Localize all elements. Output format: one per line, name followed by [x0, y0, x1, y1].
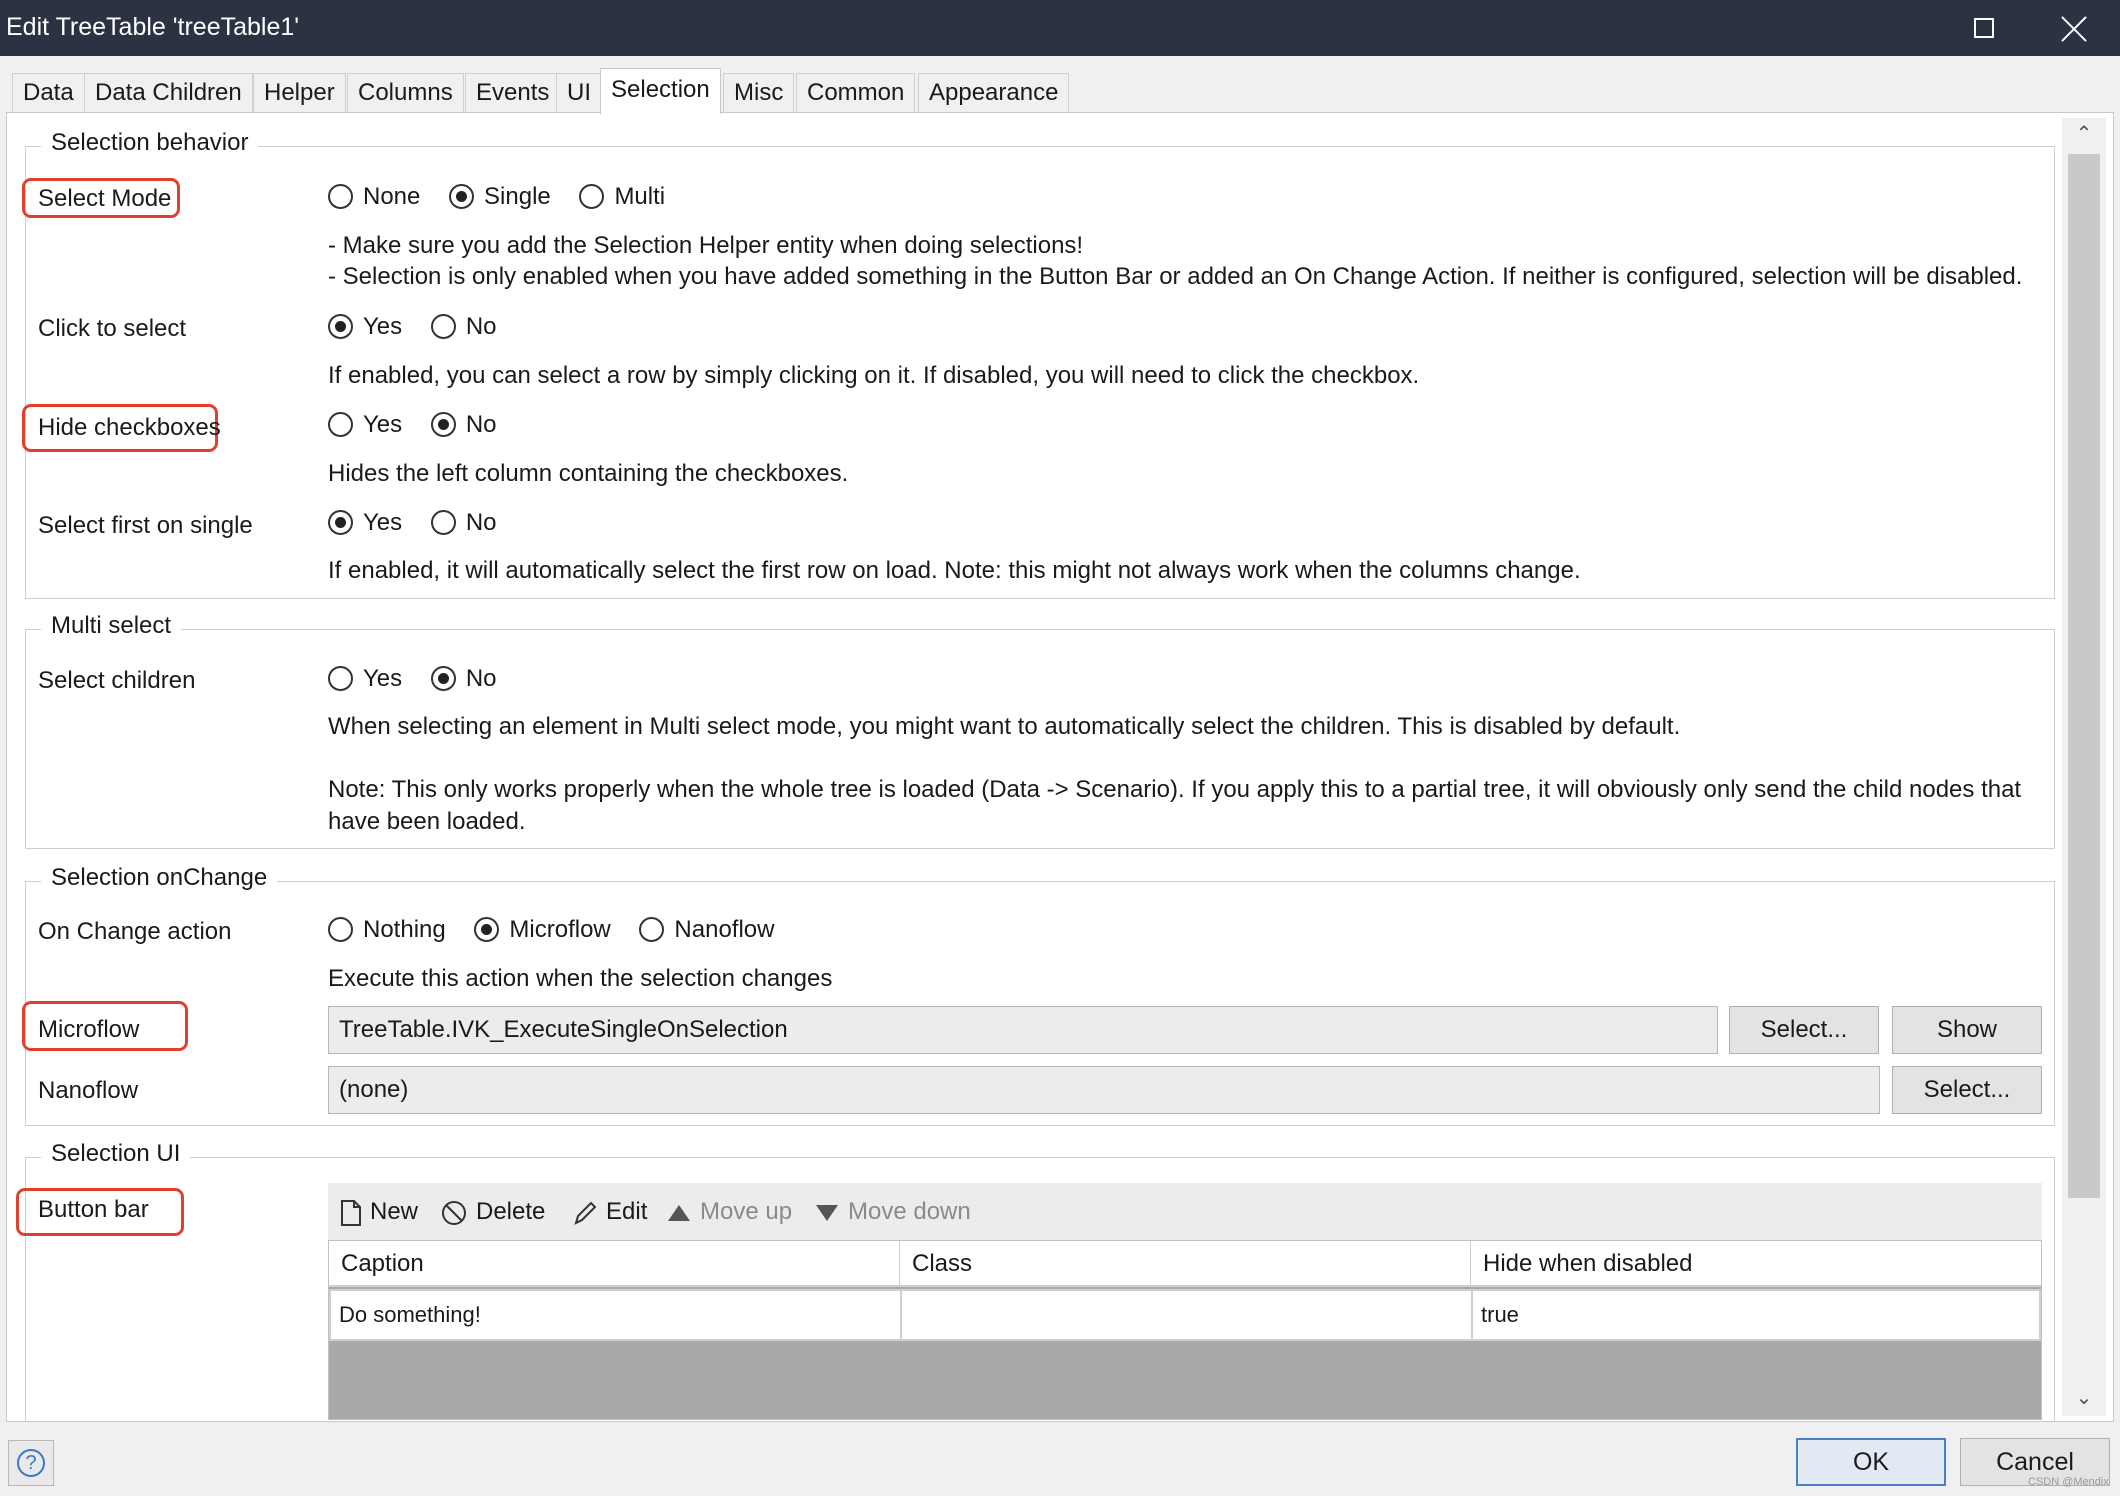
- radio-no[interactable]: No: [430, 312, 509, 341]
- grid-header: Caption Class Hide when disabled: [329, 1241, 2041, 1287]
- window-title: Edit TreeTable 'treeTable1': [6, 13, 300, 41]
- button-bar-label: Button bar: [38, 1196, 149, 1223]
- watermark: CSDN @Mendix: [2028, 1476, 2109, 1488]
- nanoflow-field[interactable]: (none): [328, 1066, 1880, 1114]
- group-title: Selection behavior: [41, 129, 259, 157]
- select-mode-hint-1: - Make sure you add the Selection Helper…: [328, 232, 1084, 259]
- on-change-action-hint: Execute this action when the selection c…: [328, 965, 833, 992]
- select-children-hint-1: When selecting an element in Multi selec…: [328, 713, 1681, 740]
- scroll-thumb[interactable]: [2068, 154, 2100, 1198]
- ok-button[interactable]: OK: [1796, 1438, 1946, 1486]
- select-first-radio-group: Yes No: [328, 508, 519, 540]
- move-down-button[interactable]: Move down: [814, 1195, 971, 1229]
- radio-no[interactable]: No: [430, 508, 509, 537]
- tab-selection[interactable]: Selection: [600, 68, 721, 114]
- triangle-up-icon: [668, 1204, 690, 1221]
- radio-no[interactable]: No: [430, 410, 509, 439]
- nanoflow-select-button[interactable]: Select...: [1892, 1066, 2042, 1114]
- close-icon[interactable]: [2057, 12, 2091, 46]
- move-up-button[interactable]: Move up: [666, 1195, 792, 1229]
- vertical-scrollbar[interactable]: ⌃ ⌄: [2062, 118, 2106, 1416]
- tab-columns[interactable]: Columns: [347, 73, 464, 112]
- tab-events[interactable]: Events: [465, 73, 561, 112]
- tab-strip: Data Data Children Helper Columns Events…: [0, 56, 2120, 114]
- scroll-up-icon[interactable]: ⌃: [2074, 124, 2094, 144]
- select-children-hint-3: have been loaded.: [328, 808, 526, 835]
- radio-yes[interactable]: Yes: [328, 410, 414, 439]
- tab-data-children[interactable]: Data Children: [84, 73, 253, 112]
- tab-ui[interactable]: UI: [556, 73, 602, 112]
- maximize-icon[interactable]: [1974, 18, 1994, 38]
- select-first-label: Select first on single: [38, 512, 253, 539]
- microflow-label: Microflow: [38, 1016, 140, 1043]
- group-title: Multi select: [41, 612, 182, 640]
- radio-yes[interactable]: Yes: [328, 312, 414, 341]
- scroll-down-icon[interactable]: ⌄: [2074, 1388, 2094, 1408]
- radio-multi[interactable]: Multi: [579, 182, 677, 211]
- select-mode-hint-2: - Selection is only enabled when you hav…: [328, 263, 2023, 290]
- on-change-action-label: On Change action: [38, 918, 232, 945]
- tab-helper[interactable]: Helper: [253, 73, 346, 112]
- microflow-show-button[interactable]: Show: [1892, 1006, 2042, 1054]
- delete-button[interactable]: Delete: [440, 1195, 545, 1229]
- click-to-select-hint: If enabled, you can select a row by simp…: [328, 362, 1420, 389]
- button-bar-grid: Caption Class Hide when disabled Do some…: [328, 1240, 2042, 1420]
- cell-hide-when-disabled: true: [1481, 1302, 1519, 1327]
- title-bar: Edit TreeTable 'treeTable1': [0, 0, 2120, 56]
- hide-checkboxes-label: Hide checkboxes: [38, 414, 221, 441]
- radio-single[interactable]: Single: [449, 182, 563, 211]
- table-row[interactable]: Do something! true: [329, 1289, 2041, 1341]
- radio-none[interactable]: None: [328, 182, 432, 211]
- radio-yes[interactable]: Yes: [328, 664, 414, 693]
- radio-no[interactable]: No: [430, 664, 509, 693]
- select-children-label: Select children: [38, 667, 196, 694]
- column-header-class[interactable]: Class: [900, 1241, 1471, 1287]
- select-first-hint: If enabled, it will automatically select…: [328, 557, 1581, 584]
- nanoflow-label: Nanoflow: [38, 1077, 139, 1104]
- new-button[interactable]: New: [340, 1195, 418, 1229]
- click-to-select-label: Click to select: [38, 315, 187, 342]
- select-mode-label: Select Mode: [38, 185, 172, 212]
- edit-button[interactable]: Edit: [572, 1195, 647, 1229]
- column-header-hide-when-disabled[interactable]: Hide when disabled: [1471, 1241, 2041, 1287]
- tab-data[interactable]: Data: [12, 73, 85, 112]
- tab-common[interactable]: Common: [796, 73, 916, 112]
- tab-appearance[interactable]: Appearance: [918, 73, 1070, 112]
- click-to-select-radio-group: Yes No: [328, 312, 519, 344]
- cell-class: [902, 1291, 1473, 1339]
- cell-caption: Do something!: [331, 1291, 902, 1339]
- select-children-radio-group: Yes No: [328, 664, 519, 696]
- question-mark-icon: ?: [17, 1449, 45, 1477]
- dialog-footer: ? OK Cancel: [0, 1422, 2120, 1496]
- triangle-down-icon: [816, 1204, 838, 1221]
- microflow-field[interactable]: TreeTable.IVK_ExecuteSingleOnSelection: [328, 1006, 1718, 1054]
- radio-microflow[interactable]: Microflow: [474, 915, 622, 944]
- new-document-icon: [341, 1199, 361, 1226]
- help-button[interactable]: ?: [8, 1440, 54, 1486]
- pencil-icon: [574, 1201, 597, 1225]
- hide-checkboxes-hint: Hides the left column containing the che…: [328, 460, 849, 487]
- microflow-select-button[interactable]: Select...: [1729, 1006, 1879, 1054]
- radio-nothing[interactable]: Nothing: [328, 915, 458, 944]
- button-bar-toolbar: New Delete Edit Move up Move down: [328, 1183, 2042, 1241]
- select-children-hint-2: Note: This only works properly when the …: [328, 776, 2022, 803]
- on-change-action-radio-group: Nothing Microflow Nanoflow: [328, 915, 796, 947]
- hide-checkboxes-radio-group: Yes No: [328, 410, 519, 442]
- delete-icon: [442, 1200, 466, 1225]
- group-title: Selection onChange: [41, 864, 278, 892]
- select-mode-radio-group: None Single Multi: [328, 182, 687, 214]
- group-title: Selection UI: [41, 1140, 191, 1168]
- tab-misc[interactable]: Misc: [723, 73, 795, 112]
- radio-nanoflow[interactable]: Nanoflow: [639, 915, 786, 944]
- radio-yes[interactable]: Yes: [328, 508, 414, 537]
- column-header-caption[interactable]: Caption: [329, 1241, 900, 1287]
